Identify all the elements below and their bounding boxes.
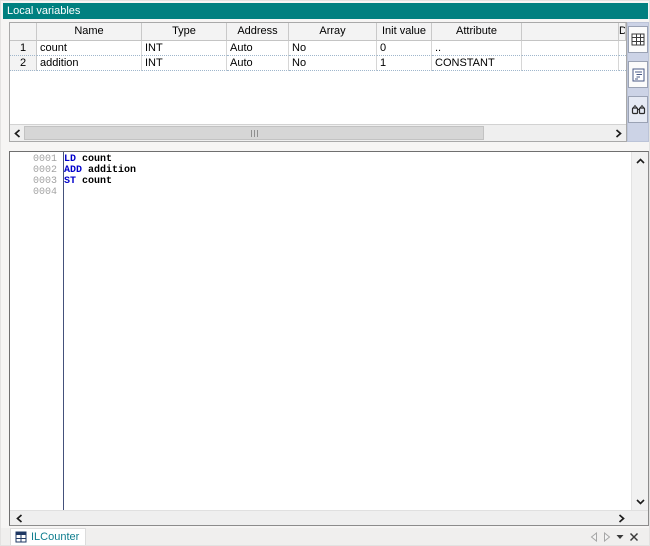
chevron-up-icon [636,158,645,165]
il-operand: count [82,176,112,187]
cell-name[interactable]: addition [37,56,142,71]
cell-type[interactable]: INT [142,41,227,56]
column-header-blank[interactable] [522,23,619,41]
cell-description[interactable] [619,41,626,56]
il-code-editor[interactable]: 0001 LD count 0002 ADD addition 0003 ST cou… [9,151,649,526]
il-keyword: ADD [64,165,82,176]
triangle-left-icon [590,532,598,542]
cell-address[interactable]: Auto [227,56,289,71]
row-number[interactable]: 1 [10,41,37,56]
tab-list-dropdown-button[interactable] [616,534,624,540]
scroll-left-button[interactable] [12,511,28,525]
triangle-right-icon [603,532,611,542]
column-header-rownum[interactable] [10,23,37,41]
thumb-grip-icon [251,130,252,137]
line-number: 0003 [10,176,61,187]
cell-init-value[interactable]: 1 [377,56,432,71]
grid-view-icon [631,33,645,46]
table-scrollbar-thumb[interactable] [24,126,484,140]
scroll-down-button[interactable] [632,494,648,508]
scroll-up-button[interactable] [632,154,648,168]
column-header-attribute[interactable]: Attribute [432,23,522,41]
column-header-description-clipped[interactable]: D [619,23,626,41]
cell-type[interactable]: INT [142,56,227,71]
cell-attribute[interactable]: .. [432,41,522,56]
row-number[interactable]: 2 [10,56,37,71]
code-line[interactable]: 0001 LD count [10,154,631,165]
triangle-down-icon [616,534,624,540]
program-grid-icon [15,531,27,543]
document-tab-bar: ILCounter [1,528,650,546]
code-line[interactable]: 0002 ADD addition [10,165,631,176]
code-line[interactable]: 0004 [10,187,631,198]
variable-panel-toolbar [627,22,649,142]
tab-navigation [590,532,639,542]
table-header-row: Name Type Address Array Init value Attri… [10,23,626,41]
scroll-right-button[interactable] [613,511,629,525]
variable-list-icon [632,68,645,82]
table-horizontal-scrollbar[interactable] [10,124,626,141]
il-operand: count [82,154,112,165]
cell-address[interactable]: Auto [227,41,289,56]
binoculars-icon [631,104,646,115]
line-number: 0002 [10,165,61,176]
editor-vertical-scrollbar[interactable] [631,152,648,510]
variable-list-view-button[interactable] [628,61,648,88]
column-header-array[interactable]: Array [289,23,377,41]
code-area[interactable]: 0001 LD count 0002 ADD addition 0003 ST cou… [10,152,631,510]
il-keyword: LD [64,154,76,165]
cell-array[interactable]: No [289,41,377,56]
cell-blank[interactable] [522,41,619,56]
panel-title: Local variables [7,5,80,17]
chevron-right-icon [617,514,625,523]
cell-attribute[interactable]: CONSTANT [432,56,522,71]
column-header-init-value[interactable]: Init value [377,23,432,41]
chevron-left-icon [14,129,22,138]
cell-description[interactable] [619,56,626,71]
close-icon [629,532,639,542]
cell-array[interactable]: No [289,56,377,71]
il-keyword: ST [64,176,76,187]
code-line[interactable]: 0003 ST count [10,176,631,187]
scroll-right-button[interactable] [610,125,626,141]
previous-tab-button[interactable] [590,532,598,542]
tab-label: ILCounter [31,531,79,543]
gutter-separator [63,152,64,510]
column-header-address[interactable]: Address [227,23,289,41]
local-variables-grid: Name Type Address Array Init value Attri… [9,22,627,142]
line-number: 0004 [10,187,61,198]
table-row[interactable]: 2 addition INT Auto No 1 CONSTANT [10,56,626,71]
thumb-grip-icon [254,130,255,137]
thumb-grip-icon [257,130,258,137]
cell-name[interactable]: count [37,41,142,56]
editor-horizontal-scrollbar[interactable] [10,510,648,525]
panel-title-bar: Local variables [3,3,648,19]
column-header-type[interactable]: Type [142,23,227,41]
variables-table: Name Type Address Array Init value Attri… [10,23,626,71]
close-document-button[interactable] [629,532,639,542]
chevron-down-icon [636,498,645,505]
chevron-left-icon [16,514,24,523]
tab-ilcounter[interactable]: ILCounter [10,528,86,546]
table-row[interactable]: 1 count INT Auto No 0 .. [10,41,626,56]
column-header-name[interactable]: Name [37,23,142,41]
chevron-right-icon [614,129,622,138]
next-tab-button[interactable] [603,532,611,542]
find-button[interactable] [628,96,648,123]
grid-view-button[interactable] [628,26,648,53]
line-number: 0001 [10,154,61,165]
variable-editor-window: Local variables Name Type Address Array … [0,0,650,546]
cell-init-value[interactable]: 0 [377,41,432,56]
il-operand: addition [88,165,136,176]
cell-blank[interactable] [522,56,619,71]
